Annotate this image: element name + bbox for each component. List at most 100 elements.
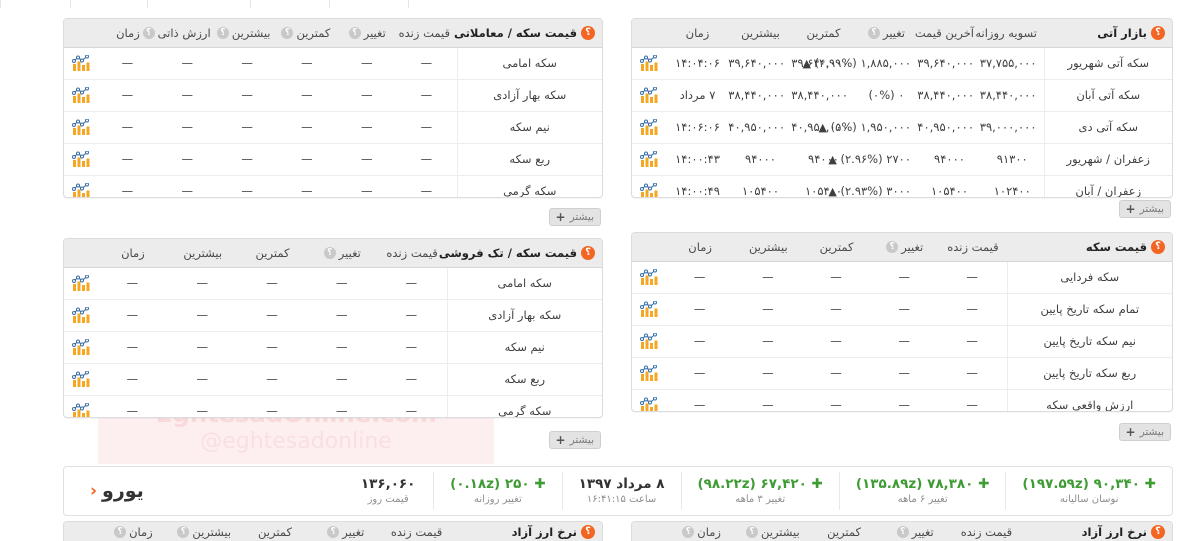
help-badge-icon[interactable]: ؟	[581, 246, 595, 260]
row-chart-cell[interactable]	[632, 261, 666, 294]
row-chart-cell[interactable]	[632, 389, 666, 411]
row-name-cell[interactable]: سکه گرمی	[456, 175, 602, 197]
column-header[interactable]: قیمت زنده	[381, 522, 452, 541]
row-name-cell[interactable]: سکه امامی	[446, 267, 602, 300]
row-name-cell[interactable]: سکه بهار آزادی	[456, 79, 602, 112]
help-q-icon[interactable]: ؟	[745, 526, 758, 539]
row-chart-cell[interactable]	[64, 143, 98, 176]
help-q-icon[interactable]: ؟	[327, 526, 340, 539]
mini-chart-icon[interactable]	[640, 364, 658, 382]
table-row[interactable]: سکه آتی دی ۳۹,۰۰۰,۰۰۰ ۴۰,۹۵۰,۰۰۰ ۱,۹۵۰,۰۰۰ …	[632, 111, 1172, 144]
help-q-icon[interactable]: ؟	[216, 27, 229, 40]
column-header[interactable]: زمان؟	[666, 522, 738, 541]
mini-chart-icon[interactable]	[640, 150, 658, 168]
column-header[interactable]: تغییر؟	[870, 233, 939, 262]
column-header[interactable]: ؟ بازار آتی	[1044, 19, 1172, 48]
column-header[interactable]: ؟ قیمت سکه / معاملاتی	[454, 19, 602, 48]
table-row[interactable]: سکه بهار آزادی — — — — — —	[64, 79, 602, 112]
row-chart-cell[interactable]	[632, 111, 666, 144]
more-button-coin-trading[interactable]: + بیشتر	[548, 208, 601, 226]
mini-chart-icon[interactable]	[72, 338, 90, 356]
help-badge-icon[interactable]: ؟	[1151, 240, 1165, 254]
help-q-icon[interactable]: ؟	[682, 526, 695, 539]
column-header[interactable]: کمترین	[792, 19, 855, 48]
more-button-futures[interactable]: + بیشتر	[1118, 200, 1171, 218]
table-row[interactable]: زعفران / آبان ۱۰۲۴۰۰ ۱۰۵۴۰۰ ۳۰۰۰ (۲.۹۳%) ▲ ۱…	[632, 175, 1172, 197]
table-row[interactable]: ربع سکه تاریخ پایین — — — — —	[632, 357, 1172, 390]
column-header[interactable]: تغییر؟	[307, 239, 378, 268]
column-header[interactable]: کمترین	[802, 233, 871, 262]
mini-chart-icon[interactable]	[640, 182, 658, 197]
help-q-icon[interactable]: ؟	[114, 526, 127, 539]
column-header[interactable]: تغییر؟	[337, 19, 398, 48]
row-chart-cell[interactable]	[64, 267, 98, 300]
row-chart-cell[interactable]	[64, 299, 98, 332]
table-row[interactable]: زعفران / شهریور ۹۱۳۰۰ ۹۴۰۰۰ ۲۷۰۰ (۲.۹۶%) ▲ ۹…	[632, 143, 1172, 176]
mini-chart-icon[interactable]	[72, 54, 90, 72]
row-name-cell[interactable]: سکه آتی شهریور	[1043, 47, 1172, 80]
row-chart-cell[interactable]	[64, 395, 98, 417]
row-name-cell[interactable]: ربع سکه	[446, 363, 602, 396]
mini-chart-icon[interactable]	[640, 300, 658, 318]
column-header[interactable]: تغییر؟	[310, 522, 382, 541]
row-chart-cell[interactable]	[64, 331, 98, 364]
column-header[interactable]: ارزش ذاتی؟	[142, 19, 218, 48]
mini-chart-icon[interactable]	[640, 332, 658, 350]
table-row[interactable]: ارزش واقعی سکه — — — — —	[632, 389, 1172, 411]
column-header[interactable]: بیشترین	[734, 233, 803, 262]
help-badge-icon[interactable]: ؟	[1151, 525, 1165, 539]
column-header[interactable]: تسویه روزانه	[975, 19, 1044, 48]
row-name-cell[interactable]: ارزش واقعی سکه	[1006, 389, 1172, 411]
row-name-cell[interactable]: ربع سکه	[456, 143, 602, 176]
help-q-icon[interactable]: ؟	[348, 27, 361, 40]
help-q-icon[interactable]: ؟	[281, 27, 294, 40]
column-header[interactable]: زمان	[98, 239, 168, 268]
table-row[interactable]: سکه فردایی — — — — —	[632, 261, 1172, 294]
mini-chart-icon[interactable]	[72, 306, 90, 324]
table-row[interactable]: سکه امامی — — — — — —	[64, 47, 602, 80]
row-name-cell[interactable]: نیم سکه	[456, 111, 602, 144]
column-header[interactable]: بیشترین	[167, 239, 238, 268]
mini-chart-icon[interactable]	[72, 182, 90, 197]
row-chart-cell[interactable]	[64, 111, 98, 144]
column-header[interactable]: تغییر؟	[855, 19, 918, 48]
mini-chart-icon[interactable]	[640, 86, 658, 104]
row-name-cell[interactable]: زعفران / آبان	[1043, 175, 1172, 197]
column-header[interactable]: بیشترین؟	[737, 522, 809, 541]
row-chart-cell[interactable]	[64, 79, 98, 112]
row-chart-cell[interactable]	[632, 293, 666, 326]
row-chart-cell[interactable]	[64, 47, 98, 80]
table-row[interactable]: نیم سکه — — — — — —	[64, 111, 602, 144]
column-header[interactable]: کمترین	[808, 522, 880, 541]
table-row[interactable]: ربع سکه — — — — —	[64, 363, 602, 396]
column-header[interactable]: آخرین قیمت	[915, 19, 981, 48]
column-header[interactable]: بیشترین؟	[168, 522, 240, 541]
help-q-icon[interactable]: ؟	[323, 247, 336, 260]
table-row[interactable]: نیم سکه تاریخ پایین — — — — —	[632, 325, 1172, 358]
row-name-cell[interactable]: سکه فردایی	[1006, 261, 1172, 294]
row-chart-cell[interactable]	[64, 175, 98, 197]
row-name-cell[interactable]: سکه آتی آبان	[1043, 79, 1172, 112]
row-chart-cell[interactable]	[632, 79, 666, 112]
column-header[interactable]: قیمت زنده	[377, 239, 447, 268]
column-header[interactable]: بیشترین؟	[216, 19, 278, 48]
table-row[interactable]: سکه گرمی — — — — —	[64, 395, 602, 417]
row-name-cell[interactable]: ربع سکه تاریخ پایین	[1006, 357, 1172, 390]
column-header[interactable]: زمان	[666, 233, 735, 262]
row-name-cell[interactable]: زعفران / شهریور	[1043, 143, 1172, 176]
help-badge-icon[interactable]: ؟	[581, 26, 595, 40]
row-chart-cell[interactable]	[632, 325, 666, 358]
mini-chart-icon[interactable]	[72, 402, 90, 417]
mini-chart-icon[interactable]	[72, 86, 90, 104]
row-chart-cell[interactable]	[632, 357, 666, 390]
help-badge-icon[interactable]: ؟	[581, 525, 595, 539]
column-header[interactable]: ؟ قیمت سکه / تک فروشی	[439, 239, 602, 268]
mini-chart-icon[interactable]	[640, 118, 658, 136]
row-name-cell[interactable]: سکه امامی	[456, 47, 602, 80]
help-q-icon[interactable]: ؟	[886, 241, 899, 254]
more-button-coin[interactable]: + بیشتر	[1118, 423, 1171, 441]
mini-chart-icon[interactable]	[72, 150, 90, 168]
row-name-cell[interactable]: سکه بهار آزادی	[446, 299, 602, 332]
mini-chart-icon[interactable]	[72, 274, 90, 292]
column-header[interactable]: ؟ نرخ ارز آزاد	[1022, 522, 1172, 541]
